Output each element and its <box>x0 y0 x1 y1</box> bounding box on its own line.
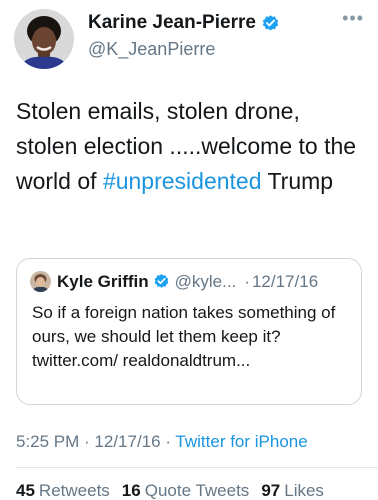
author-avatar[interactable] <box>14 9 74 69</box>
more-options-icon[interactable]: ••• <box>342 8 364 29</box>
tweet-meta: 5:25 PM · 12/17/16 · Twitter for iPhone <box>16 432 308 452</box>
tweet-source-link[interactable]: Twitter for iPhone <box>175 432 307 451</box>
tweet-date[interactable]: 12/17/16 <box>94 432 160 451</box>
quoted-verified-badge-icon <box>153 273 170 290</box>
quote-tweets-label: Quote Tweets <box>144 481 250 500</box>
hashtag-link[interactable]: #unpresidented <box>103 168 262 194</box>
quoted-tweet-header: Kyle Griffin @kyle... · 12/17/16 <box>30 271 318 292</box>
retweets-stat[interactable]: 45 Retweets <box>16 481 110 500</box>
likes-count: 97 <box>261 481 281 500</box>
quoted-tweet-text: So if a foreign nation takes something o… <box>32 303 336 370</box>
likes-stat[interactable]: 97 Likes <box>261 481 324 500</box>
author-name[interactable]: Karine Jean-Pierre <box>88 12 256 34</box>
author-handle[interactable]: @K_JeanPierre <box>88 39 215 60</box>
likes-label: Likes <box>284 481 324 500</box>
author-name-row[interactable]: Karine Jean-Pierre <box>88 12 280 34</box>
divider <box>16 467 378 468</box>
quote-tweets-count: 16 <box>121 481 141 500</box>
verified-badge-icon <box>261 14 280 33</box>
meta-separator-2: · <box>160 432 176 451</box>
tweet-text-tail: Trump <box>261 168 334 194</box>
quoted-separator: · <box>244 271 250 291</box>
retweets-count: 45 <box>16 481 35 500</box>
tweet-time[interactable]: 5:25 PM <box>16 432 79 451</box>
quote-tweets-stat[interactable]: 16 Quote Tweets <box>122 481 250 500</box>
quoted-tweet[interactable]: Kyle Griffin @kyle... · 12/17/16 So if a… <box>16 258 362 405</box>
tweet-stats: 45 Retweets 16 Quote Tweets 97 Likes <box>16 481 324 500</box>
meta-separator-1: · <box>79 432 95 451</box>
quoted-author-name: Kyle Griffin <box>57 271 149 291</box>
tweet-text: Stolen emails, stolen drone, stolen elec… <box>16 94 366 199</box>
quoted-author-handle: @kyle... <box>174 271 237 291</box>
quoted-date: 12/17/16 <box>251 271 319 291</box>
quoted-author-avatar <box>30 271 51 292</box>
retweets-label: Retweets <box>38 481 110 500</box>
tweet-card: Karine Jean-Pierre @K_JeanPierre ••• Sto… <box>0 0 378 500</box>
